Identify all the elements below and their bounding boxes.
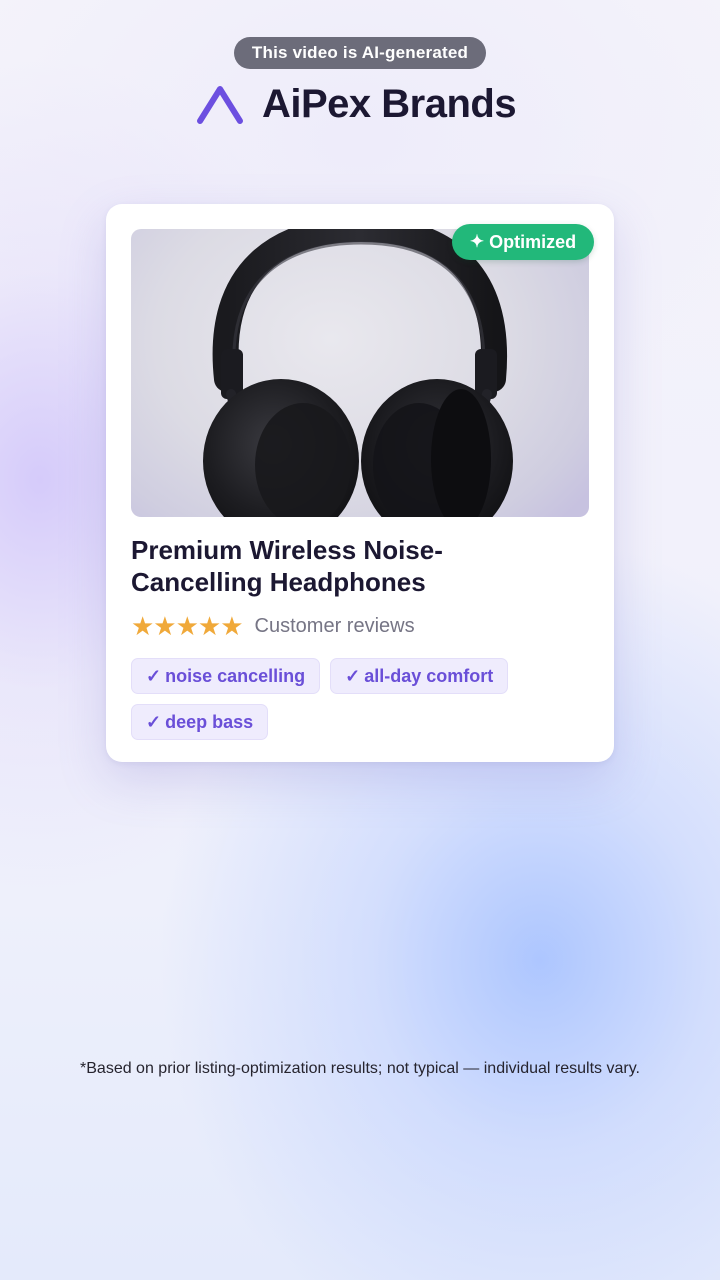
product-card[interactable]: ✦ Optimized Premium Wireless Noise-Cance… xyxy=(106,204,614,762)
customer-reviews-label: Customer reviews xyxy=(254,614,415,637)
ai-generated-label: This video is AI-generated xyxy=(234,37,486,69)
disclaimer-text: *Based on prior listing-optimization res… xyxy=(80,1060,640,1077)
brand-header: AiPex Brands xyxy=(194,78,517,130)
feature-tag-label: noise cancelling xyxy=(165,666,306,686)
feature-tag: ✓ all-day comfort xyxy=(330,658,509,694)
product-title: Premium Wireless Noise-Cancelling Headph… xyxy=(131,535,443,597)
optimized-badge: ✦ Optimized xyxy=(452,224,594,260)
optimized-badge-label: Optimized xyxy=(489,231,577,252)
product-image xyxy=(131,229,589,517)
feature-tag-label: deep bass xyxy=(165,712,254,732)
feature-tag: ✓ noise cancelling xyxy=(131,658,321,694)
feature-tag-label: all-day comfort xyxy=(364,666,494,686)
feature-tags: ✓ noise cancelling ✓ all-day comfort ✓ d… xyxy=(131,658,591,740)
brand-name: AiPex Brands xyxy=(262,81,517,126)
check-icon: ✓ xyxy=(146,666,162,686)
chevron-up-logo-icon xyxy=(197,86,243,124)
check-icon: ✓ xyxy=(146,712,162,732)
sparkle-icon: ✦ xyxy=(469,232,485,251)
check-icon: ✓ xyxy=(345,666,361,686)
product-rating: ★★★★★ Customer reviews xyxy=(131,612,415,640)
headphones-icon xyxy=(203,229,513,517)
star-rating-icon: ★★★★★ xyxy=(131,611,244,641)
feature-tag: ✓ deep bass xyxy=(131,704,269,740)
